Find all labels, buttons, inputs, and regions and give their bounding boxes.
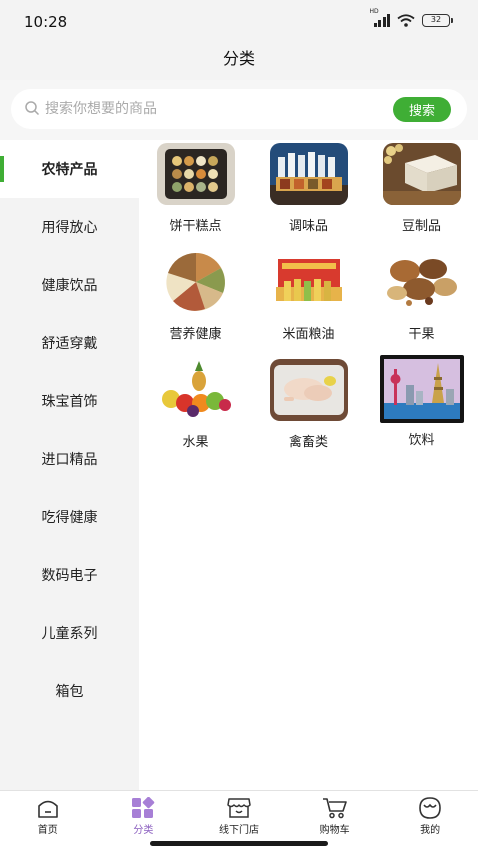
category-drinks[interactable]: 饮料 [365,355,478,467]
category-label: 米面粮油 [282,327,335,342]
cellular-signal-icon: HD [370,8,390,27]
sidebar-item-bags[interactable]: 箱包 [0,662,139,720]
category-nutrition[interactable]: 营养健康 [139,251,252,359]
tab-label: 我的 [420,825,441,836]
search-button[interactable]: 搜索 [393,97,451,122]
poultry-image [269,359,348,421]
category-icon [132,797,155,818]
home-indicator[interactable] [150,841,328,846]
dried-fruit-image [382,251,461,313]
pastry-tray-image [156,143,235,205]
category-soy-products[interactable]: 豆制品 [365,143,478,251]
category-poultry[interactable]: 禽畜类 [252,359,365,467]
category-sidebar: 农特产品 用得放心 健康饮品 舒适穿戴 珠宝首饰 进口精品 吃得健康 数码电子 … [0,140,139,790]
sidebar-item-healthy-drinks[interactable]: 健康饮品 [0,256,139,314]
sidebar-item-healthy-eating[interactable]: 吃得健康 [0,488,139,546]
oil-gift-box-image [269,251,348,313]
status-icons: HD 32 [370,8,453,27]
fruit-basket-image [156,359,235,421]
category-dried-fruit[interactable]: 干果 [365,251,478,359]
category-label: 饮料 [408,433,435,448]
cart-icon [322,798,347,819]
category-label: 水果 [182,435,209,450]
sidebar-item-agri-products[interactable]: 农特产品 [0,140,139,198]
sidebar-item-comfort-wear[interactable]: 舒适穿戴 [0,314,139,372]
sidebar-item-digital[interactable]: 数码电子 [0,546,139,604]
profile-icon [419,797,441,819]
subcategory-grid: 饼干糕点 调味品 豆制品 营养健康 米面粮油 干果 水果 禽畜类 饮料 [139,140,478,467]
category-condiments[interactable]: 调味品 [252,143,365,251]
search-icon [25,101,40,116]
city-skyline-image [379,355,464,423]
sidebar-item-reliable-use[interactable]: 用得放心 [0,198,139,256]
sidebar-item-imported[interactable]: 进口精品 [0,430,139,488]
store-icon [227,798,251,818]
status-time: 10:28 [24,13,68,31]
category-grain-oil[interactable]: 米面粮油 [252,251,365,359]
tab-label: 首页 [37,825,58,836]
category-pastry[interactable]: 饼干糕点 [139,143,252,251]
category-label: 禽畜类 [288,435,328,450]
page-header: 分类 [0,44,478,80]
tab-label: 分类 [133,825,154,836]
search-input[interactable] [45,89,385,129]
sidebar-item-children[interactable]: 儿童系列 [0,604,139,662]
home-icon [37,800,58,818]
page-title: 分类 [222,49,255,68]
network-type-label: HD [369,8,379,15]
battery-icon: 32 [422,14,453,27]
wifi-icon [397,14,415,27]
search-box[interactable]: 搜索 [11,89,467,129]
category-label: 豆制品 [401,219,441,234]
tofu-image [382,143,461,205]
grain-platter-image [156,251,235,313]
search-bar: 搜索 [0,80,478,140]
tab-label: 购物车 [319,825,350,836]
category-label: 饼干糕点 [169,219,222,234]
category-label: 营养健康 [169,327,222,342]
status-bar: 10:28 HD 32 [0,0,478,44]
condiment-bottles-image [269,143,348,205]
category-label: 调味品 [288,219,328,234]
category-fruit[interactable]: 水果 [139,359,252,467]
tab-profile[interactable]: 我的 [382,791,478,850]
category-label: 干果 [408,327,435,342]
tab-home[interactable]: 首页 [0,791,96,850]
sidebar-item-jewelry[interactable]: 珠宝首饰 [0,372,139,430]
tab-label: 线下门店 [218,825,259,836]
